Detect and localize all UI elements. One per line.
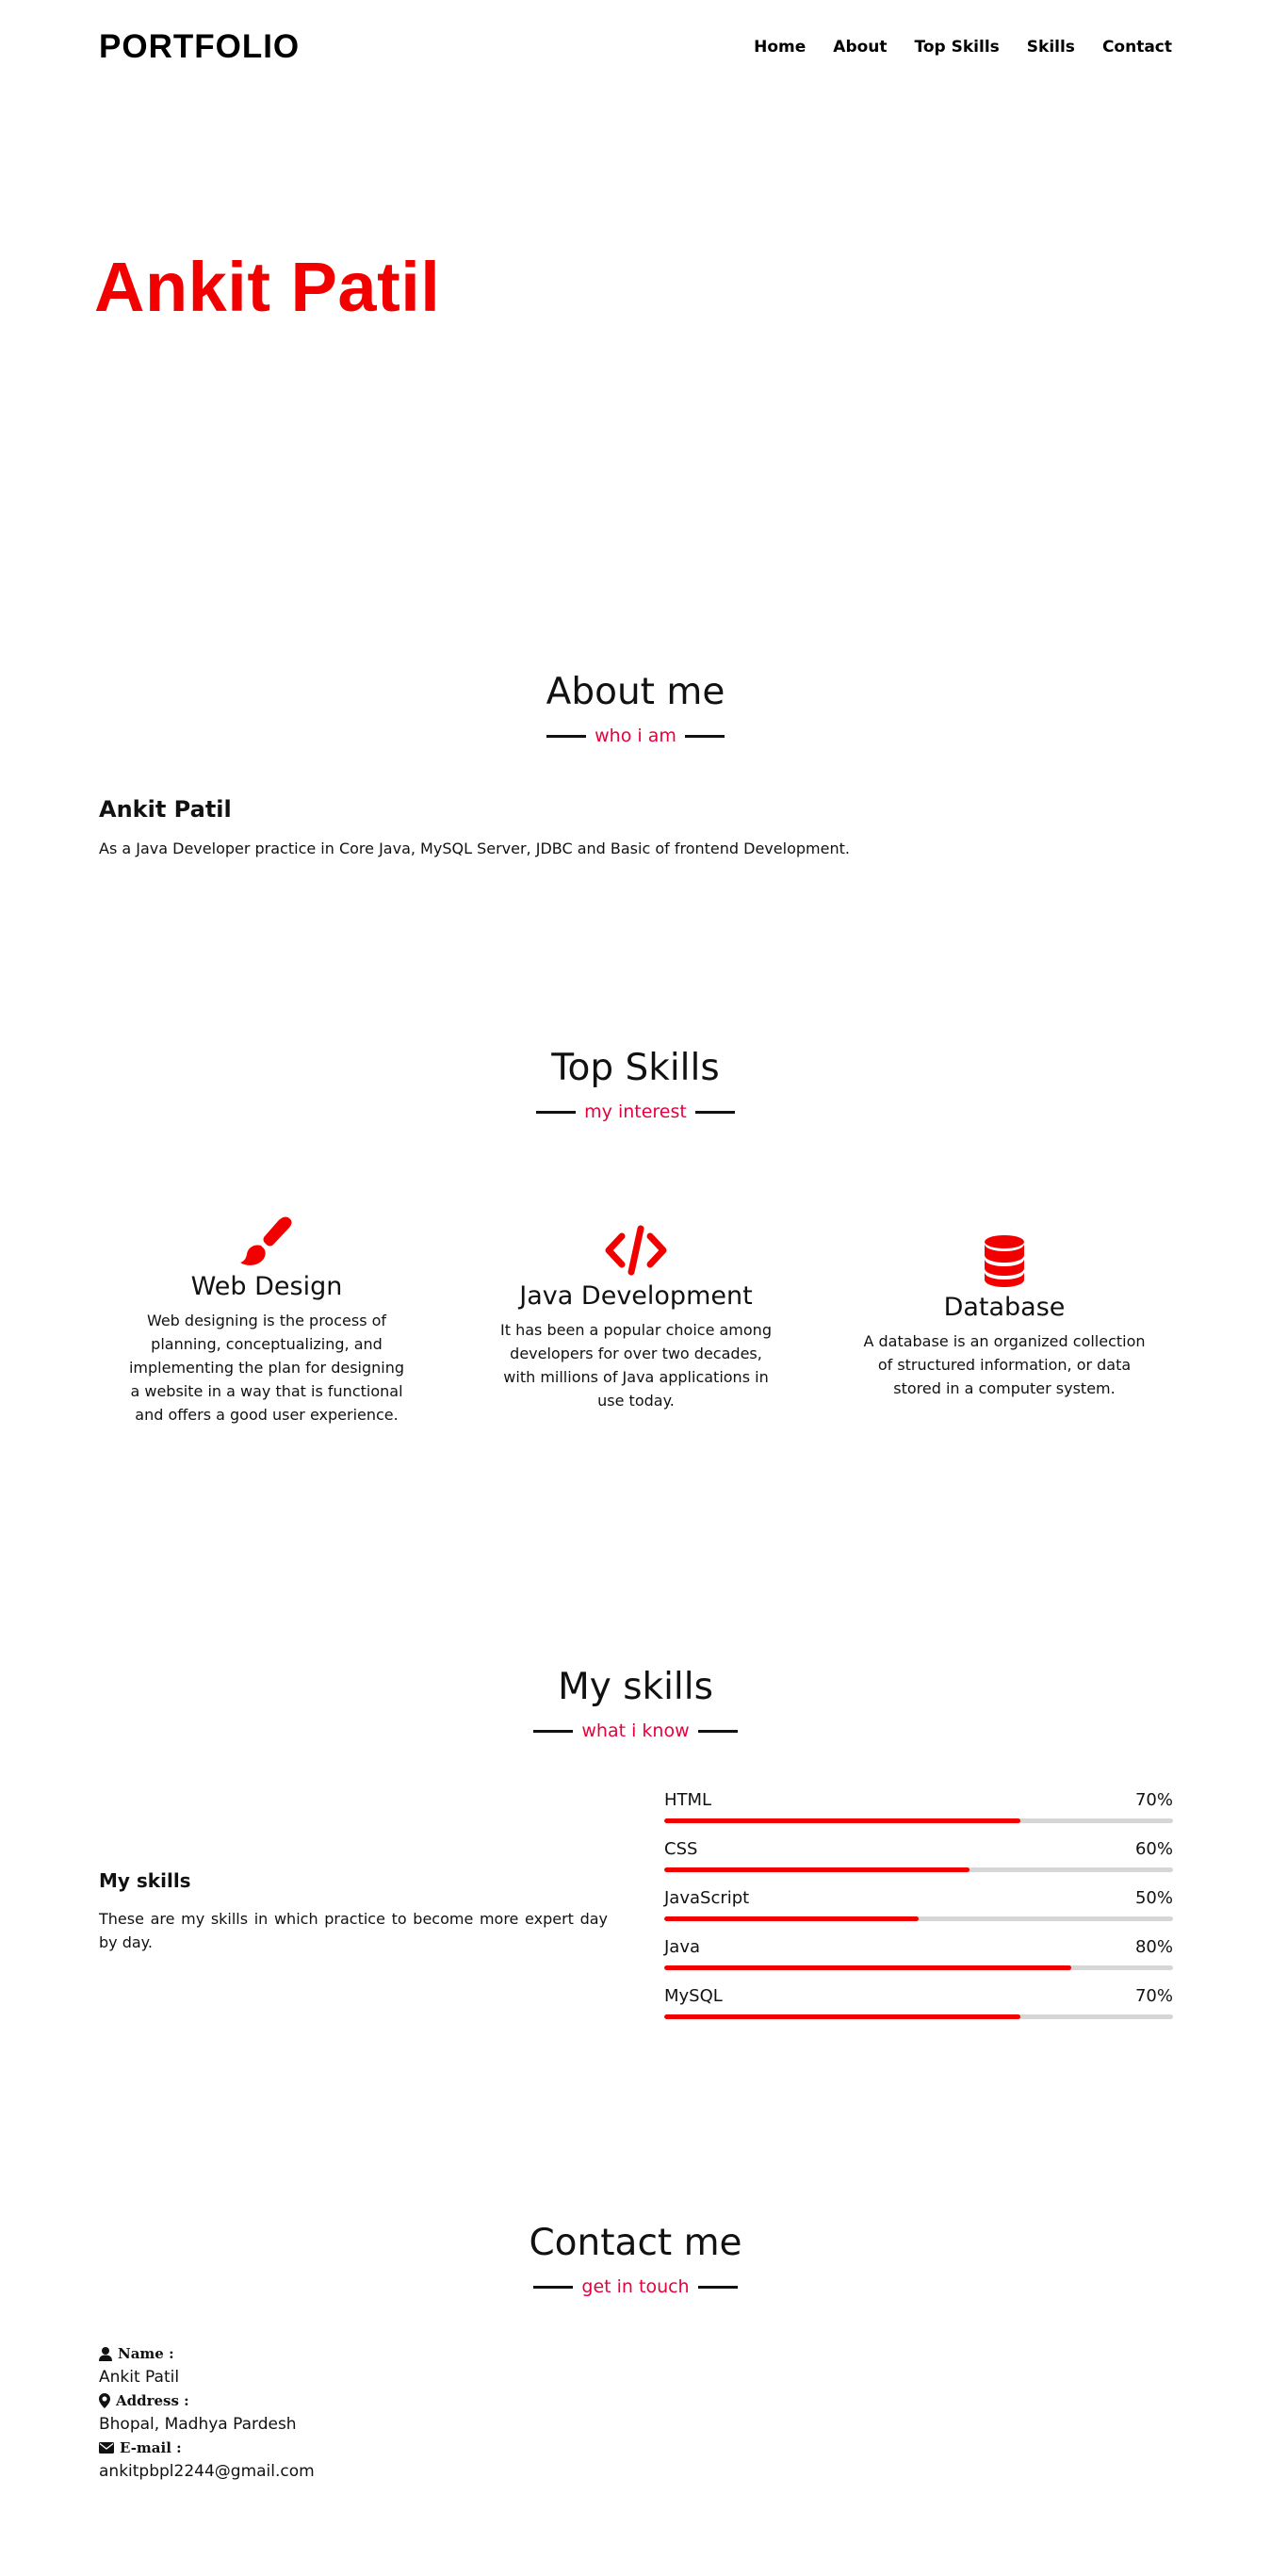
skill-card-title: Web Design — [190, 1272, 343, 1301]
skill-bar-track — [664, 1965, 1173, 1970]
user-icon — [99, 2346, 112, 2361]
map-marker-icon — [99, 2393, 110, 2408]
skill-bar-fill — [664, 1818, 1020, 1823]
nav-link-skills[interactable]: Skills — [1027, 38, 1075, 57]
contact-subtitle-text: get in touch — [581, 2276, 690, 2297]
skill-card-web-design: Web Design Web designing is the process … — [125, 1215, 408, 1427]
divider-line — [684, 734, 725, 738]
skill-card-database: Database A database is an organized coll… — [863, 1234, 1146, 1400]
skill-bar-percent: 60% — [1134, 1839, 1173, 1859]
skill-bar-track — [664, 1916, 1173, 1921]
divider-line — [697, 2285, 738, 2289]
contact-name-label-row: Name : — [99, 2342, 315, 2365]
skill-bar-track — [664, 1818, 1173, 1823]
skill-bar-percent: 70% — [1134, 1790, 1173, 1810]
my-skills-section-subtitle: what i know — [0, 1720, 1271, 1741]
skill-card-description: It has been a popular choice among devel… — [500, 1321, 772, 1410]
logo[interactable]: PORTFOLIO — [99, 28, 300, 66]
contact-email-value[interactable]: ankitpbpl2244@gmail.com — [99, 2459, 315, 2484]
skill-bar-label: CSS — [664, 1839, 698, 1859]
divider-line — [694, 1110, 735, 1114]
contact-section-title: Contact me — [529, 2222, 742, 2264]
contact-address-label-row: Address : — [99, 2389, 315, 2412]
code-icon — [605, 1225, 667, 1276]
skill-bar-javascript: JavaScript 50% — [664, 1888, 1173, 1937]
skill-bar-percent: 80% — [1134, 1937, 1173, 1957]
skill-bar-label: JavaScript — [664, 1888, 750, 1908]
skill-card-java-development: Java Development It has been a popular c… — [495, 1225, 777, 1412]
skill-bar-track — [664, 1867, 1173, 1872]
envelope-icon — [99, 2442, 114, 2454]
my-skills-description: These are my skills in which practice to… — [99, 1910, 608, 1951]
nav-link-about[interactable]: About — [833, 38, 887, 57]
skill-bar-fill — [664, 1867, 970, 1872]
nav-link-top-skills[interactable]: Top Skills — [915, 38, 1000, 57]
top-skills-subtitle-text: my interest — [584, 1101, 687, 1122]
skill-bar-fill — [664, 2014, 1020, 2019]
skill-bar-percent: 50% — [1134, 1888, 1173, 1908]
divider-line — [533, 1729, 574, 1733]
navbar: PORTFOLIO Home About Top Skills Skills C… — [0, 0, 1271, 98]
contact-address-label: Address : — [116, 2392, 189, 2409]
skill-bar-html: HTML 70% — [664, 1790, 1173, 1839]
nav-link-home[interactable]: Home — [754, 38, 806, 57]
skill-card-description: Web designing is the process of planning… — [128, 1312, 405, 1424]
skill-bars: HTML 70% CSS 60% JavaScript 50% Java 80%… — [664, 1790, 1173, 2035]
top-skills-section-title: Top Skills — [551, 1047, 720, 1089]
nav-menu: Home About Top Skills Skills Contact — [754, 38, 1172, 57]
contact-info: Name : Ankit Patil Address : Bhopal, Mad… — [99, 2342, 315, 2484]
contact-name-value: Ankit Patil — [99, 2368, 180, 2387]
skill-bar-label: Java — [664, 1937, 701, 1957]
my-skills-section-title: My skills — [558, 1666, 713, 1708]
skill-bar-fill — [664, 1965, 1071, 1970]
skill-bar-mysql: MySQL 70% — [664, 1986, 1173, 2035]
paint-brush-icon — [240, 1216, 292, 1265]
divider-line — [546, 734, 587, 738]
skill-bar-track — [664, 2014, 1173, 2019]
top-skills-section-subtitle: my interest — [0, 1101, 1271, 1122]
contact-section-subtitle: get in touch — [0, 2276, 1271, 2297]
skill-bar-java: Java 80% — [664, 1937, 1173, 1986]
divider-line — [697, 1729, 738, 1733]
skill-card-title: Database — [943, 1293, 1066, 1322]
contact-email-label-row: E-mail : — [99, 2437, 315, 2459]
contact-email-label: E-mail : — [120, 2439, 182, 2456]
about-name: Ankit Patil — [99, 796, 232, 823]
divider-line — [533, 2285, 574, 2289]
skill-card-description: A database is an organized collection of… — [863, 1332, 1146, 1397]
about-description: As a Java Developer practice in Core Jav… — [99, 840, 850, 857]
divider-line — [536, 1110, 577, 1114]
skill-bar-css: CSS 60% — [664, 1839, 1173, 1888]
about-subtitle-text: who i am — [595, 726, 676, 746]
about-section-title: About me — [546, 671, 725, 713]
skill-bar-percent: 70% — [1134, 1986, 1173, 2006]
contact-address-value: Bhopal, Madhya Pardesh — [99, 2415, 297, 2434]
about-section-subtitle: who i am — [0, 726, 1271, 746]
skill-bar-label: HTML — [664, 1790, 712, 1810]
my-skills-subtitle-text: what i know — [581, 1720, 690, 1741]
contact-name-label: Name : — [118, 2345, 174, 2362]
skill-bar-fill — [664, 1916, 919, 1921]
nav-link-contact[interactable]: Contact — [1102, 38, 1172, 57]
skill-bar-label: MySQL — [664, 1986, 723, 2006]
my-skills-heading: My skills — [99, 1869, 191, 1892]
skill-card-title: Java Development — [519, 1281, 753, 1311]
hero-name: Ankit Patil — [94, 248, 441, 326]
database-icon — [985, 1235, 1024, 1287]
